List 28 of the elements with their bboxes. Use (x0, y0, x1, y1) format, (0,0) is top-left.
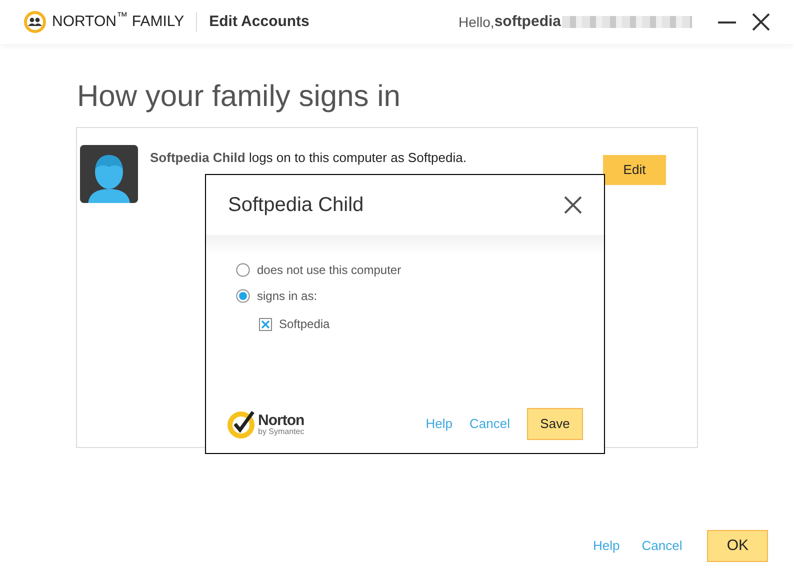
radio-label: does not use this computer (257, 262, 402, 279)
family-logo-icon (24, 11, 46, 33)
account-description: Softpedia Child logs on to this computer as Softpedia. (150, 149, 468, 167)
avatar-icon (80, 145, 138, 203)
page-title: How your family signs in (77, 80, 402, 114)
cancel-link[interactable]: Cancel (470, 414, 510, 434)
save-button[interactable]: Save (527, 408, 583, 440)
help-link[interactable]: Help (426, 414, 453, 434)
edit-button[interactable]: Edit (603, 155, 666, 185)
user-name: softpedia (494, 12, 561, 32)
checkmark-logo-icon (227, 409, 257, 439)
ok-button[interactable]: OK (707, 530, 768, 562)
checkbox-label: Softpedia (279, 316, 330, 333)
cancel-link[interactable]: Cancel (642, 536, 682, 556)
greeting-text: Hello, (458, 12, 494, 32)
dialog-title: Softpedia Child (228, 193, 364, 218)
radio-button[interactable] (236, 289, 250, 303)
minimize-icon[interactable] (718, 20, 736, 24)
help-link[interactable]: Help (593, 536, 620, 556)
logo-name: Norton (258, 412, 304, 428)
logo-tagline: by Symantec (258, 428, 304, 436)
radio-label: signs in as: (257, 288, 318, 305)
brand-name: NORTON$^{™}$ FAMILY (52, 10, 184, 32)
close-icon[interactable] (564, 196, 582, 214)
checkbox[interactable] (259, 318, 272, 330)
section-title: Edit Accounts (209, 12, 310, 32)
close-icon[interactable] (752, 13, 770, 31)
radio-button[interactable] (236, 263, 250, 277)
